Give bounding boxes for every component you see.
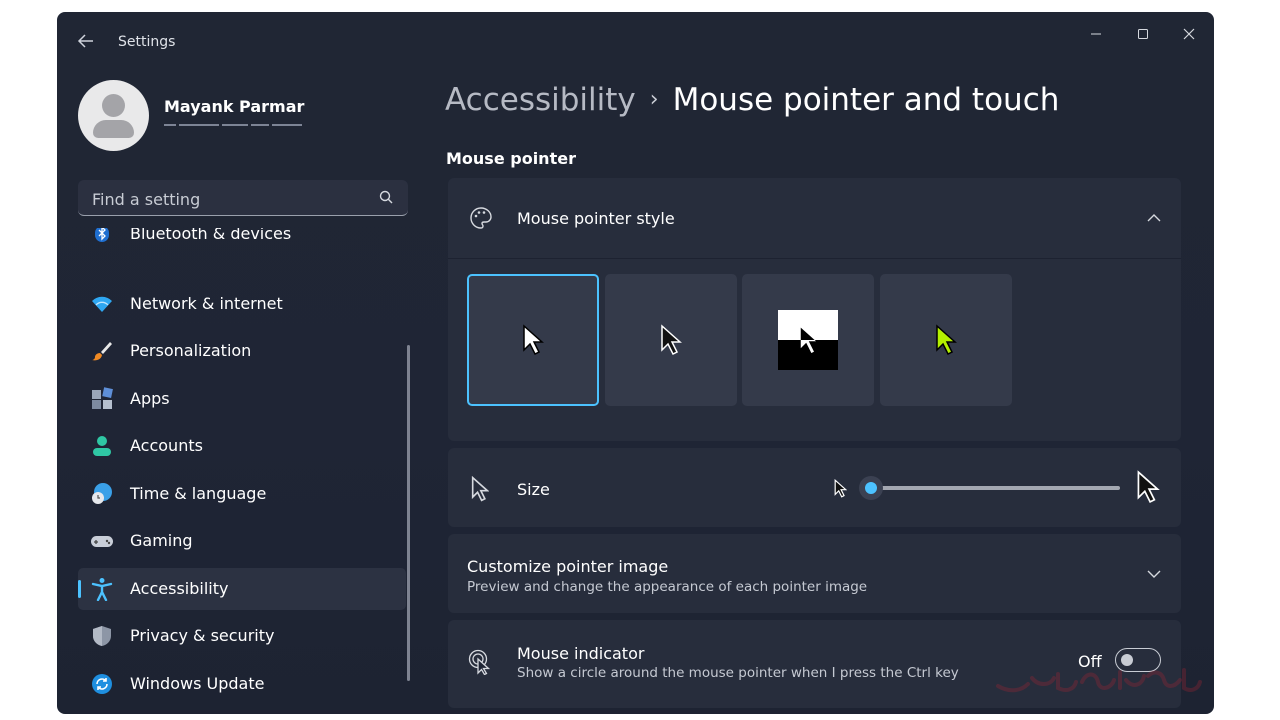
settings-window: Settings Mayank Parmar Bluetooth & devic… (57, 12, 1214, 714)
sidebar-item-windows-update[interactable]: Windows Update (78, 663, 406, 698)
sidebar-item-label: Time & language (130, 484, 267, 503)
size-title: Size (517, 480, 550, 499)
chevron-down-icon[interactable] (1146, 566, 1162, 582)
back-arrow-icon[interactable] (77, 32, 97, 52)
minimize-button[interactable] (1081, 20, 1111, 50)
cursor-black-icon (661, 324, 682, 356)
sidebar-item-label: Windows Update (130, 674, 265, 693)
pointer-style-custom[interactable] (880, 274, 1012, 406)
shield-icon (93, 626, 111, 646)
customize-description: Preview and change the appearance of eac… (467, 579, 868, 595)
search-box[interactable] (78, 180, 408, 216)
avatar[interactable] (78, 80, 149, 151)
sidebar-item-privacy-security[interactable]: Privacy & security (78, 615, 406, 657)
sidebar-item-accounts[interactable]: Accounts (78, 425, 406, 467)
sidebar-item-label: Bluetooth & devices (130, 228, 292, 243)
active-indicator (78, 580, 81, 598)
cursor-inverted-icon (799, 324, 820, 356)
sidebar-item-label: Apps (130, 389, 170, 408)
sidebar-item-apps[interactable]: Apps (78, 378, 406, 420)
page-title: Mouse pointer and touch (672, 82, 1060, 118)
app-title: Settings (118, 34, 176, 50)
sidebar-item-label: Network & internet (130, 294, 283, 313)
pointer-style-white[interactable] (467, 274, 599, 406)
search-input[interactable] (90, 188, 364, 210)
mouse-indicator-title: Mouse indicator (517, 644, 645, 663)
sidebar-nav: Bluetooth & devices Network & internet P… (78, 228, 408, 698)
sidebar-item-time-language[interactable]: Time & language (78, 473, 406, 515)
title-bar: Settings (57, 12, 1214, 56)
apps-icon (92, 387, 113, 409)
sidebar-item-label: Accounts (130, 436, 203, 455)
user-name: Mayank Parmar (164, 97, 305, 116)
sidebar-item-bluetooth[interactable]: Bluetooth & devices (78, 228, 406, 255)
palette-icon (470, 207, 492, 229)
customize-pointer-card[interactable]: Customize pointer image Preview and chan… (448, 534, 1181, 613)
cursor-white-icon (523, 324, 544, 356)
globe-clock-icon (92, 483, 112, 504)
gamepad-icon (91, 536, 113, 547)
pointer-style-inverted[interactable] (742, 274, 874, 406)
update-icon (92, 674, 112, 694)
sidebar-item-label: Accessibility (130, 579, 229, 598)
sidebar-item-gaming[interactable]: Gaming (78, 520, 406, 562)
pointer-style-black[interactable] (605, 274, 737, 406)
sidebar-item-network[interactable]: Network & internet (78, 283, 406, 325)
cursor-lime-icon (936, 324, 957, 356)
pointer-style-title: Mouse pointer style (517, 209, 675, 228)
sidebar-scrollbar[interactable] (407, 345, 410, 681)
search-icon[interactable] (378, 189, 394, 205)
close-button[interactable] (1174, 20, 1204, 50)
chevron-up-icon[interactable] (1146, 210, 1162, 226)
size-card: Size (448, 448, 1181, 527)
accessibility-icon (91, 578, 113, 601)
small-pointer-icon (834, 479, 847, 498)
bluetooth-icon (95, 228, 109, 242)
customize-title: Customize pointer image (467, 557, 669, 576)
mouse-indicator-icon (468, 649, 491, 675)
sidebar-item-label: Gaming (130, 531, 193, 550)
maximize-button[interactable] (1128, 20, 1158, 50)
sidebar-item-accessibility[interactable]: Accessibility (78, 568, 406, 610)
breadcrumb: Accessibility › Mouse pointer and touch (445, 82, 1059, 118)
sidebar-item-personalization[interactable]: Personalization (78, 330, 406, 372)
avatar-body-icon (93, 120, 134, 138)
breadcrumb-parent[interactable]: Accessibility (445, 82, 636, 118)
user-email-obscured (164, 122, 334, 128)
sidebar-item-label: Personalization (130, 341, 252, 360)
pointer-style-header[interactable]: Mouse pointer style (448, 178, 1181, 259)
inverted-preview (778, 310, 838, 370)
size-slider-track[interactable] (872, 486, 1120, 490)
wifi-icon (92, 296, 112, 312)
size-slider-thumb[interactable] (859, 476, 883, 500)
section-title: Mouse pointer (446, 149, 576, 168)
avatar-head-icon (102, 94, 125, 117)
brush-icon (92, 342, 112, 361)
breadcrumb-separator-icon: › (649, 87, 659, 112)
large-pointer-icon (1137, 470, 1160, 504)
watermark-logo (996, 668, 1202, 693)
pointer-style-card: Mouse pointer style (448, 178, 1181, 441)
person-icon (93, 436, 111, 456)
pointer-icon (471, 476, 489, 502)
mouse-indicator-description: Show a circle around the mouse pointer w… (517, 665, 959, 681)
sidebar-item-label: Privacy & security (130, 626, 275, 645)
